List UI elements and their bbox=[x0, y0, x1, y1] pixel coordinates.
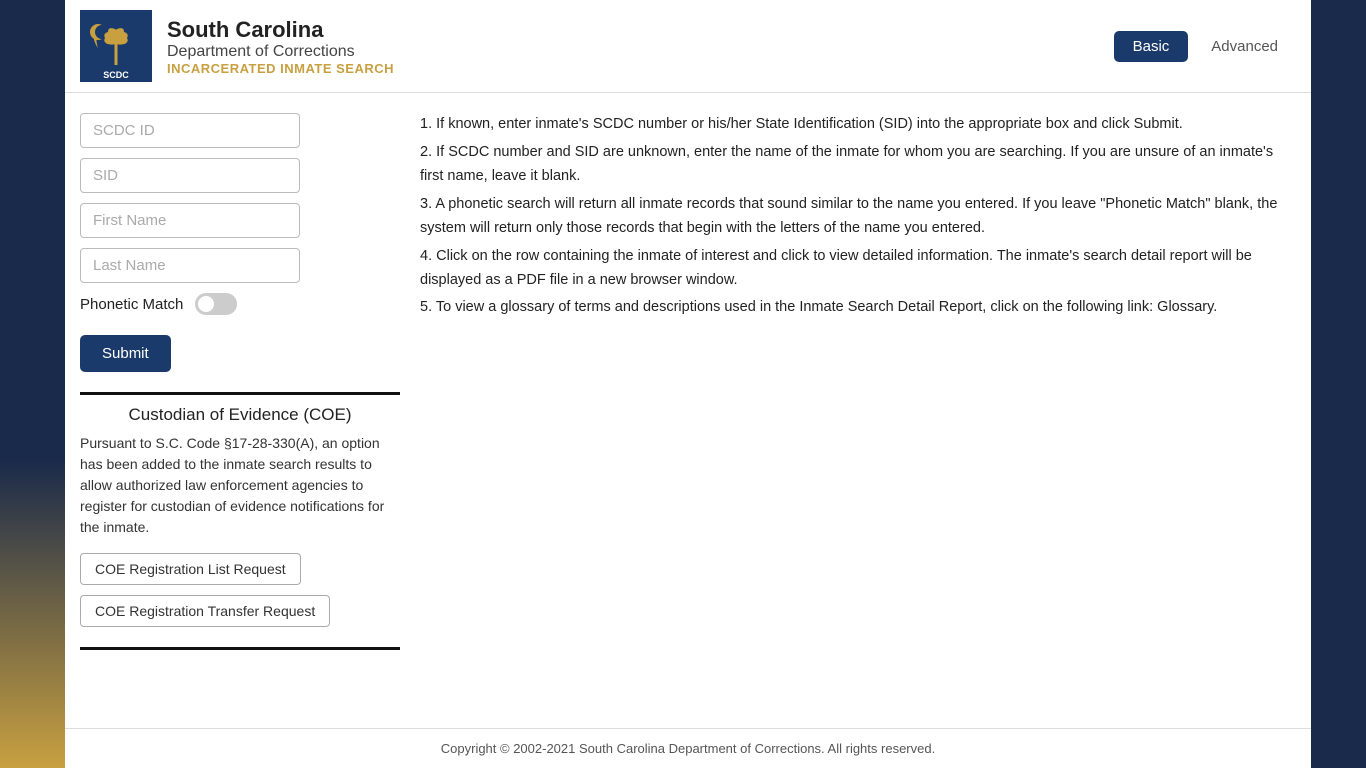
tagline: Incarcerated Inmate Search bbox=[167, 61, 1079, 76]
sidebar-left bbox=[0, 0, 65, 768]
coe-body: Pursuant to S.C. Code §17-28-330(A), an … bbox=[80, 433, 400, 538]
main-content: SCDC South Carolina Department of Correc… bbox=[65, 0, 1311, 768]
coe-list-btn[interactable]: COE Registration List Request bbox=[80, 553, 301, 585]
coe-buttons: COE Registration List Request COE Regist… bbox=[80, 553, 400, 627]
instructions-panel: 1. If known, enter inmate's SCDC number … bbox=[420, 113, 1296, 708]
phonetic-row: Phonetic Match bbox=[80, 293, 400, 315]
first-name-input[interactable] bbox=[80, 203, 300, 238]
tab-container: Basic Advanced bbox=[1114, 31, 1296, 62]
coe-section: Custodian of Evidence (COE) Pursuant to … bbox=[80, 392, 400, 650]
logo: SCDC bbox=[80, 10, 152, 82]
toggle-slider bbox=[195, 293, 237, 315]
phonetic-label: Phonetic Match bbox=[80, 296, 183, 313]
footer: Copyright © 2002-2021 South Carolina Dep… bbox=[65, 728, 1311, 768]
phonetic-toggle[interactable] bbox=[195, 293, 237, 315]
content-area: Phonetic Match Submit Custodian of Evide… bbox=[65, 93, 1311, 728]
header-text: South Carolina Department of Corrections… bbox=[167, 17, 1079, 76]
coe-transfer-btn[interactable]: COE Registration Transfer Request bbox=[80, 595, 330, 627]
instruction-1: 1. If known, enter inmate's SCDC number … bbox=[420, 113, 1296, 137]
tab-advanced[interactable]: Advanced bbox=[1193, 32, 1296, 61]
tab-basic[interactable]: Basic bbox=[1114, 31, 1189, 62]
instruction-3: 3. A phonetic search will return all inm… bbox=[420, 193, 1296, 241]
instruction-2: 2. If SCDC number and SID are unknown, e… bbox=[420, 141, 1296, 189]
dept-name: Department of Corrections bbox=[167, 43, 1079, 61]
copyright: Copyright © 2002-2021 South Carolina Dep… bbox=[441, 741, 935, 756]
search-panel: Phonetic Match Submit Custodian of Evide… bbox=[80, 113, 400, 708]
coe-title: Custodian of Evidence (COE) bbox=[80, 395, 400, 433]
last-name-input[interactable] bbox=[80, 248, 300, 283]
org-name: South Carolina bbox=[167, 17, 1079, 43]
instruction-4: 4. Click on the row containing the inmat… bbox=[420, 245, 1296, 293]
svg-text:SCDC: SCDC bbox=[103, 70, 129, 80]
scdc-id-input[interactable] bbox=[80, 113, 300, 148]
submit-button[interactable]: Submit bbox=[80, 335, 171, 372]
sid-input[interactable] bbox=[80, 158, 300, 193]
instruction-5: 5. To view a glossary of terms and descr… bbox=[420, 296, 1296, 320]
sidebar-right bbox=[1311, 0, 1366, 768]
coe-bottom-border bbox=[80, 647, 400, 650]
header: SCDC South Carolina Department of Correc… bbox=[65, 0, 1311, 93]
